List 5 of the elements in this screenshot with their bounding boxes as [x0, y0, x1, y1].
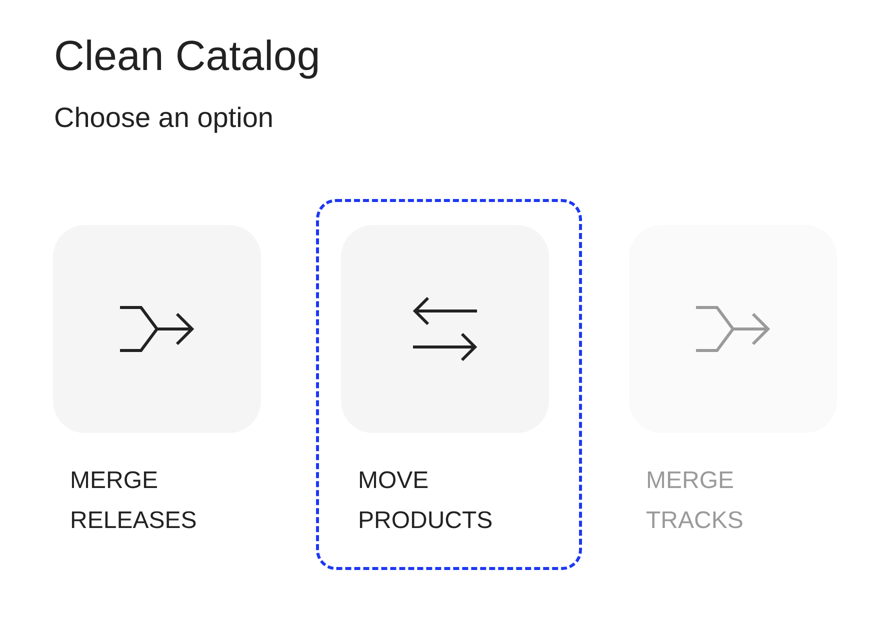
option-button[interactable]: MOVE PRODUCTS: [316, 198, 582, 570]
option-button[interactable]: MERGE RELEASES: [28, 198, 294, 570]
page-title: Clean Catalog: [54, 31, 320, 81]
page-subtitle: Choose an option: [54, 101, 274, 135]
swap-arrows-icon: [412, 296, 478, 362]
